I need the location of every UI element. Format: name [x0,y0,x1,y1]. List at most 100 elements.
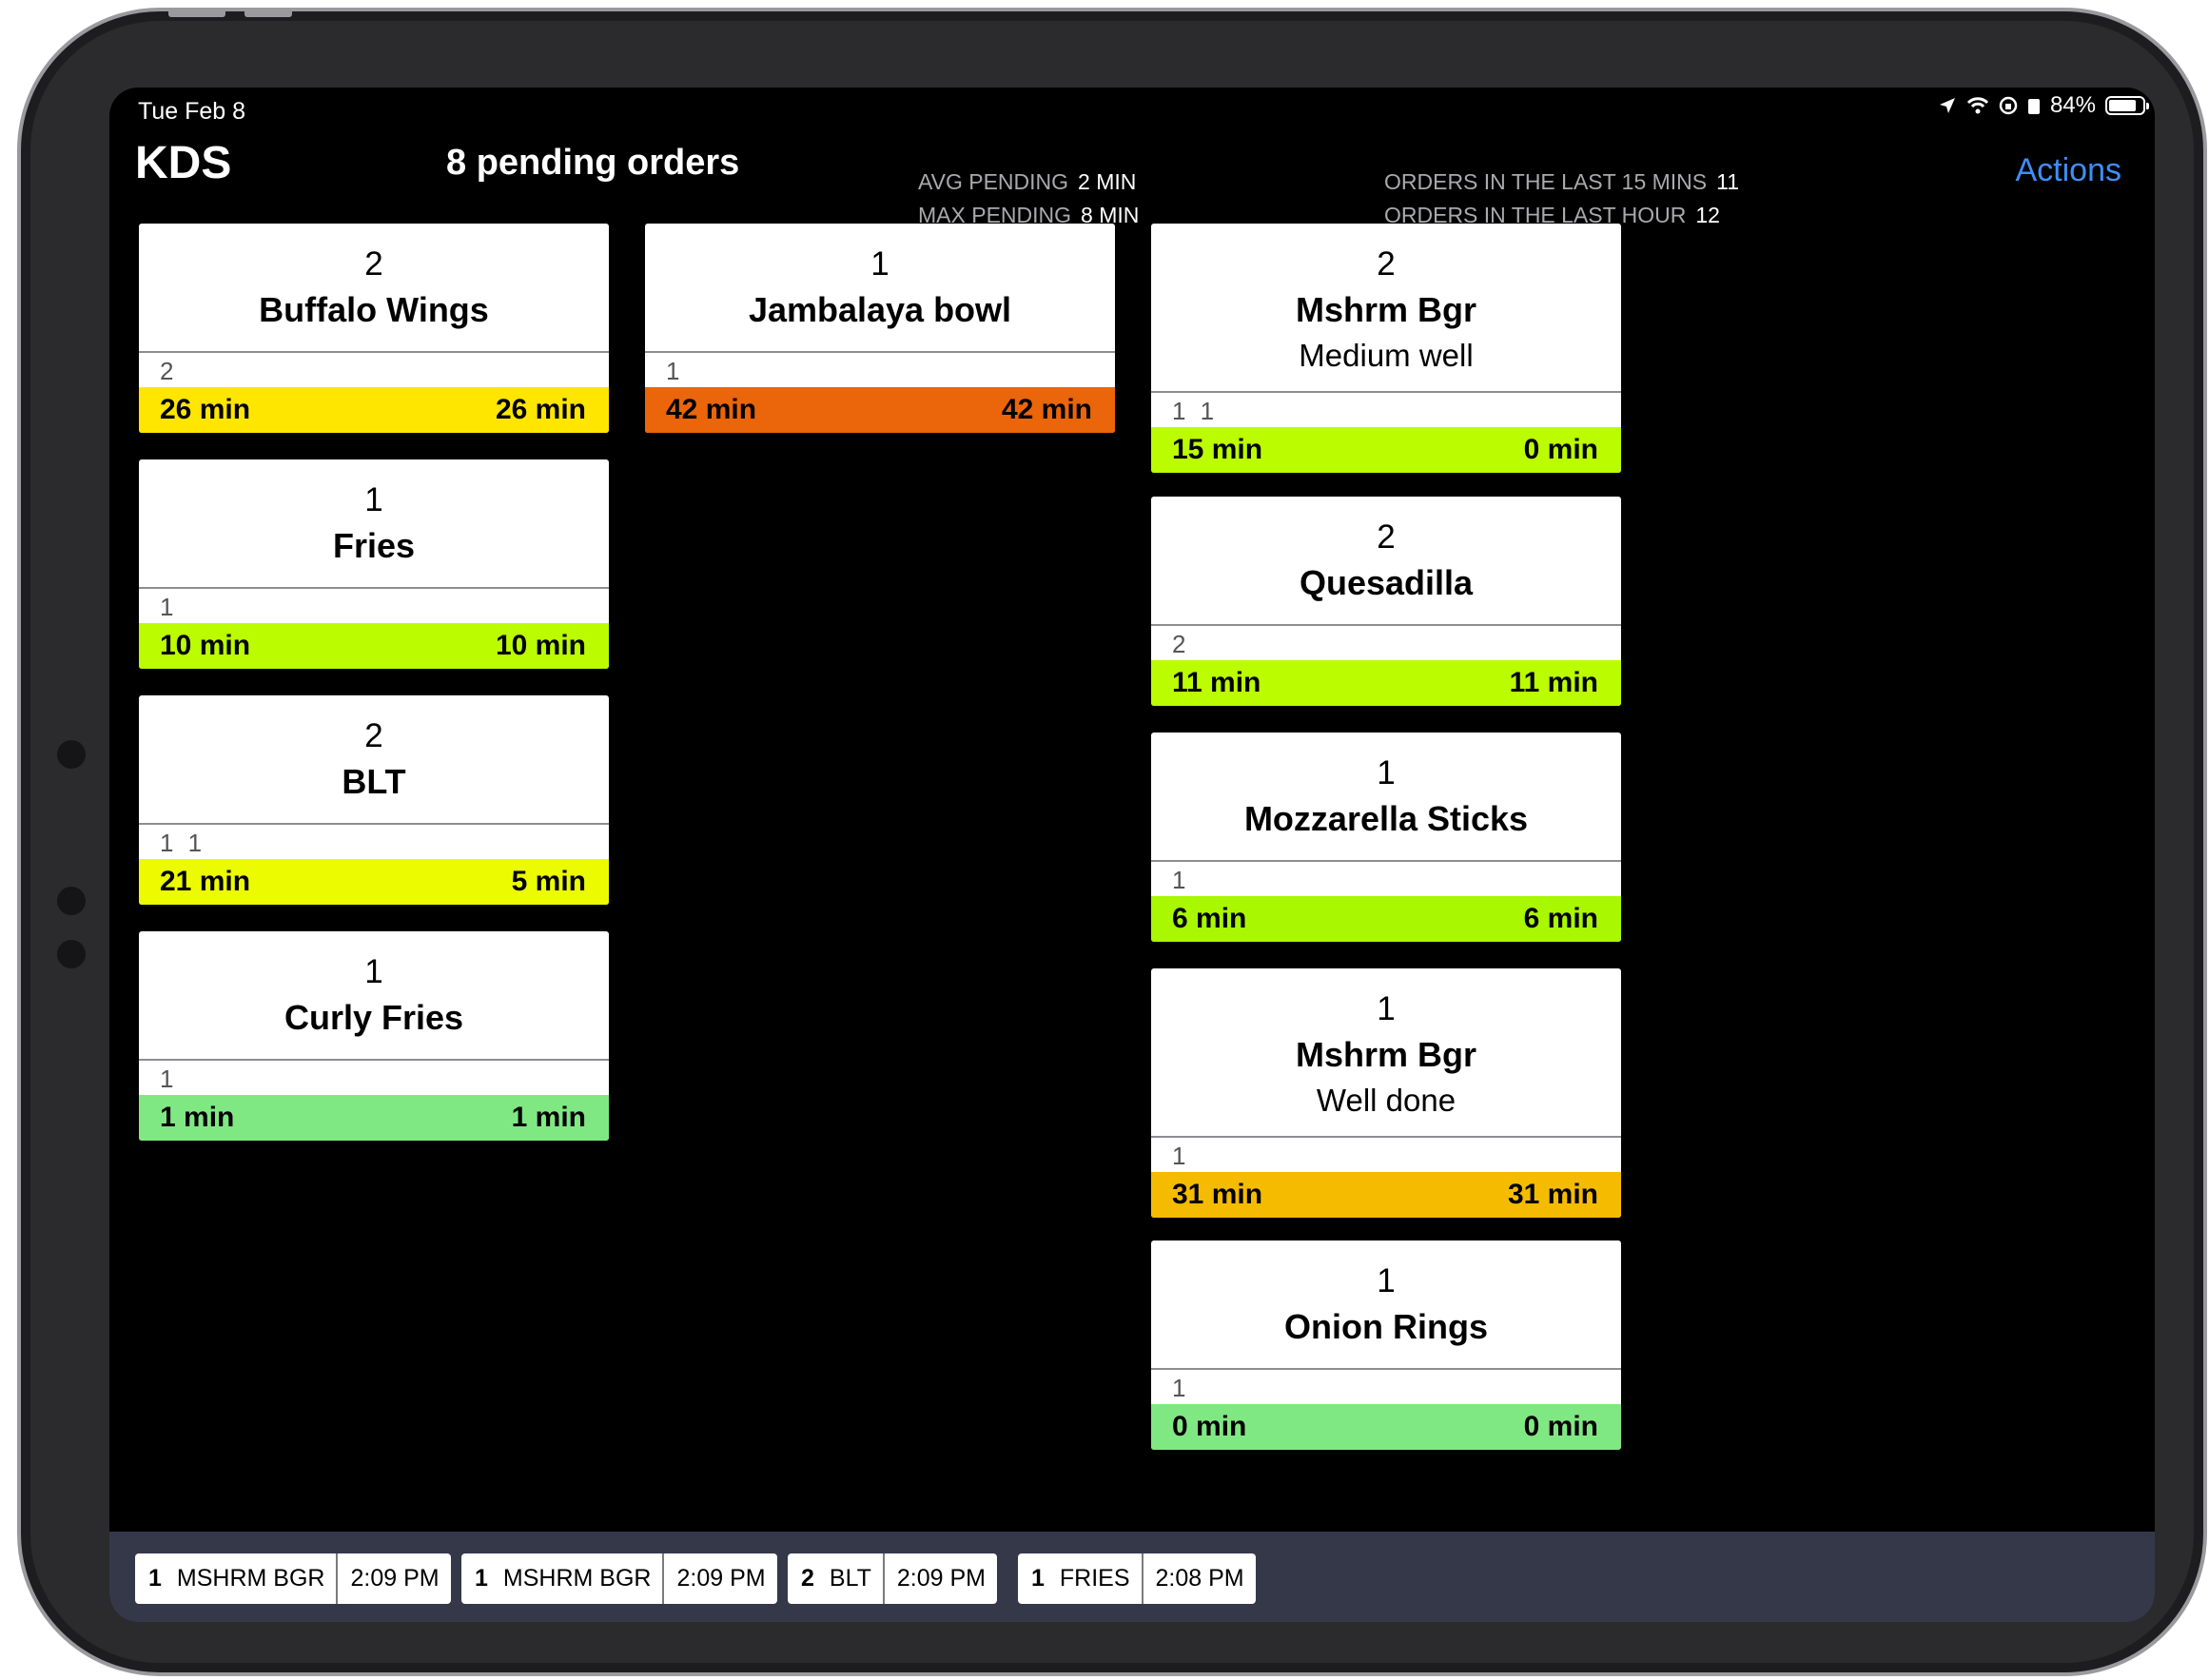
order-card[interactable]: 1 Jambalaya bowl 1 42 min 42 min [645,224,1115,433]
card-item-name: BLT [342,762,406,801]
battery-level [2109,100,2136,111]
order-elapsed-time: 11 min [1172,667,1261,698]
card-seats: 2 [160,357,178,385]
card-timer-bar: 31 min 31 min [1151,1172,1621,1218]
order-card[interactable]: 2 Buffalo Wings 2 26 min 26 min [139,224,609,433]
card-timer-bar: 6 min 6 min [1151,896,1621,942]
card-quantity: 1 [1377,1262,1396,1299]
order-elapsed-time: 15 min [1172,434,1263,465]
card-modifier: Medium well [1299,338,1474,373]
card-item-name: Fries [332,526,416,565]
card-seats: 1 [1172,1142,1190,1170]
camera-dot [57,740,86,769]
order-card[interactable]: 2 Quesadilla 2 11 min 11 min [1151,497,1621,706]
card-quantity: 2 [1377,245,1396,283]
card-item-name: Curly Fries [283,998,464,1037]
orientation-lock-icon [1999,96,2018,115]
card-seats: 2 [1172,630,1190,658]
order-elapsed-time: 1 min [160,1102,235,1133]
order-card[interactable]: 1 Mshrm Bgr Well done 1 31 min 31 min [1151,968,1621,1218]
order-card[interactable]: 2 Mshrm Bgr Medium well 1 1 15 min 0 min [1151,224,1621,473]
card-header: 2 Quesadilla [1151,519,1621,626]
card-seats: 1 [160,1065,178,1093]
recent-item: FRIES [1059,1565,1130,1592]
card-seats: 1 1 [160,829,206,857]
item-elapsed-time: 31 min [1507,1179,1598,1210]
card-header: 2 BLT [139,718,609,825]
avg-pending-label: AVG PENDING [918,169,1069,194]
card-header: 2 Buffalo Wings [139,246,609,353]
lock-icon [2027,99,2040,114]
recent-item: MSHRM BGR [176,1565,325,1592]
orders-15min-stat: ORDERS IN THE LAST 15 MINS 11 [1384,169,1739,195]
card-item-name: Quesadilla [1299,563,1474,602]
item-elapsed-time: 6 min [1523,903,1598,934]
card-header: 1 Fries [139,482,609,589]
recent-time: 2:09 PM [336,1553,450,1604]
card-timer-bar: 10 min 10 min [139,623,609,669]
recent-qty: 1 [1031,1565,1045,1592]
ipad-frame: Tue Feb 8 84% KDS 8 pending orders AVG P… [17,8,2207,1676]
screen: Tue Feb 8 84% KDS 8 pending orders AVG P… [109,88,2155,1622]
wifi-icon [1966,97,1989,114]
card-item-name: Buffalo Wings [259,290,489,329]
card-quantity: 1 [1377,990,1396,1027]
card-quantity: 1 [870,245,889,283]
recent-order-tag[interactable]: 1 MSHRM BGR 2:09 PM [135,1553,451,1604]
actions-button[interactable]: Actions [2016,152,2122,189]
avg-pending-value: 2 MIN [1078,169,1137,194]
recent-order-tag[interactable]: 1 FRIES 2:08 PM [1018,1553,1256,1604]
order-elapsed-time: 31 min [1172,1179,1263,1210]
card-quantity: 2 [364,717,383,754]
card-quantity: 2 [364,245,383,283]
top-button [168,11,225,17]
card-quantity: 1 [364,953,383,990]
battery-icon [2105,96,2149,115]
order-card[interactable]: 2 BLT 1 1 21 min 5 min [139,695,609,905]
card-item-name: Mshrm Bgr [1295,1035,1477,1074]
recent-time: 2:08 PM [1141,1553,1256,1604]
pending-orders-count: 8 pending orders [446,143,740,183]
card-timer-bar: 11 min 11 min [1151,660,1621,706]
card-timer-bar: 1 min 1 min [139,1095,609,1141]
orders-15min-value: 11 [1716,169,1740,194]
item-elapsed-time: 1 min [511,1102,586,1133]
orders-hour-value: 12 [1695,203,1720,227]
order-elapsed-time: 10 min [160,630,251,661]
order-elapsed-time: 42 min [666,394,757,425]
item-elapsed-time: 11 min [1509,667,1598,698]
orders-15min-label: ORDERS IN THE LAST 15 MINS [1384,169,1708,194]
order-elapsed-time: 0 min [1172,1411,1247,1442]
card-modifier: Well done [1316,1083,1456,1118]
card-header: 1 Mshrm Bgr Well done [1151,991,1621,1138]
card-header: 1 Onion Rings [1151,1263,1621,1370]
card-header: 1 Curly Fries [139,954,609,1061]
app-title: KDS [135,138,232,188]
order-elapsed-time: 6 min [1172,903,1247,934]
card-item-name: Mshrm Bgr [1295,290,1477,329]
order-card[interactable]: 1 Onion Rings 1 0 min 0 min [1151,1240,1621,1450]
card-quantity: 1 [364,481,383,518]
top-button [244,11,292,17]
order-card[interactable]: 1 Mozzarella Sticks 1 6 min 6 min [1151,733,1621,942]
recent-item: BLT [829,1565,871,1592]
recent-order-tag[interactable]: 2 BLT 2:09 PM [788,1553,998,1604]
card-seats: 1 1 [1172,397,1219,425]
item-elapsed-time: 42 min [1001,394,1092,425]
recent-qty: 2 [801,1565,814,1592]
card-item-name: Onion Rings [1284,1307,1488,1346]
order-card[interactable]: 1 Curly Fries 1 1 min 1 min [139,931,609,1141]
camera-dot [57,940,86,968]
recent-order-tag[interactable]: 1 MSHRM BGR 2:09 PM [461,1553,777,1604]
card-quantity: 1 [1377,754,1396,791]
recent-orders-strip: 1 MSHRM BGR 2:09 PM 1 MSHRM BGR 2:09 PM 2 BLT… [109,1532,2155,1622]
card-header: 1 Jambalaya bowl [645,246,1115,353]
recent-qty: 1 [475,1565,488,1592]
status-icons: 84% [1938,92,2149,119]
card-header: 2 Mshrm Bgr Medium well [1151,246,1621,393]
avg-pending-stat: AVG PENDING 2 MIN [918,169,1136,195]
card-timer-bar: 0 min 0 min [1151,1404,1621,1450]
order-card[interactable]: 1 Fries 1 10 min 10 min [139,459,609,669]
card-quantity: 2 [1377,518,1396,556]
item-elapsed-time: 0 min [1523,1411,1598,1442]
